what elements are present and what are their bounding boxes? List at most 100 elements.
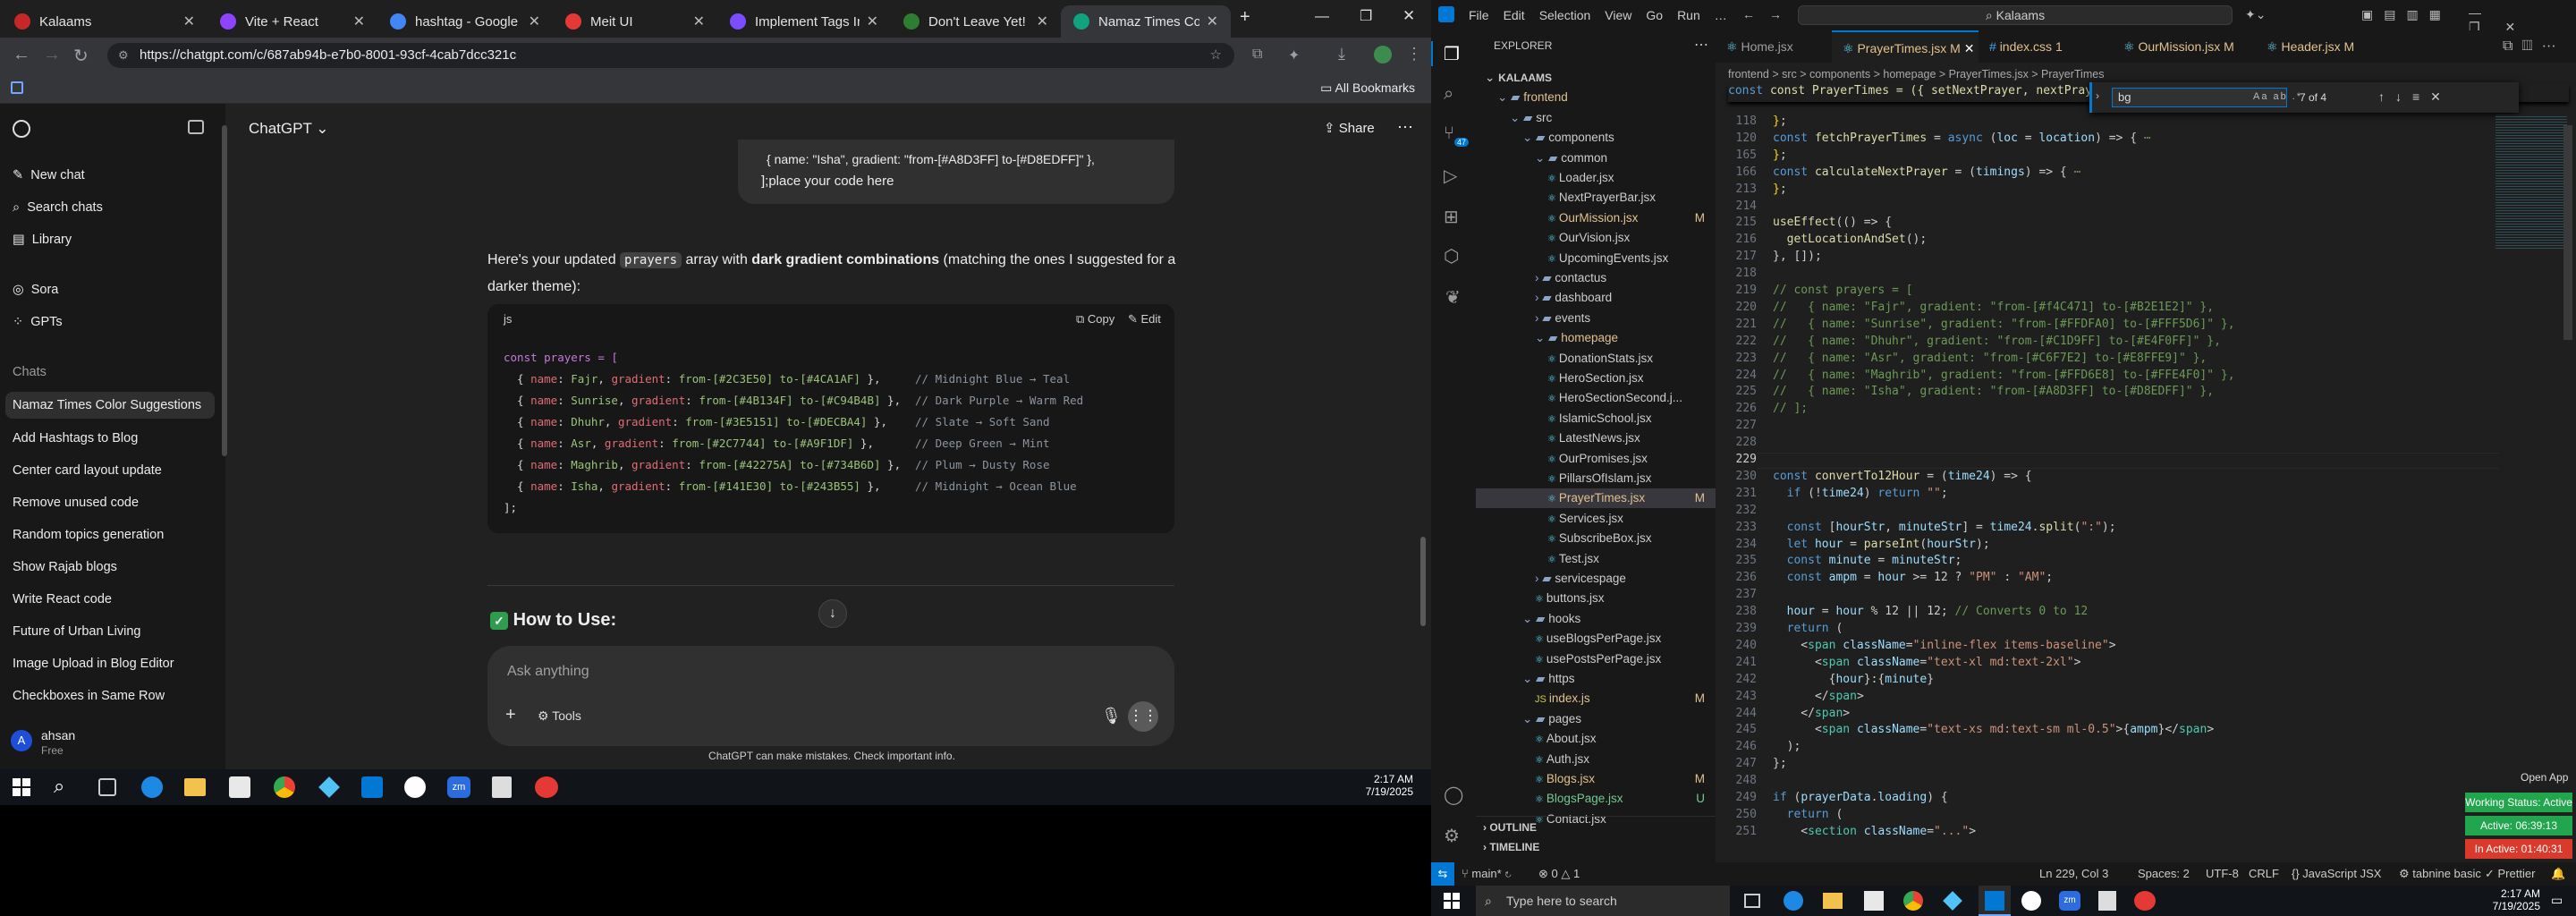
file-item[interactable]: JS index.js M [1476,689,1716,708]
vs-icon[interactable] [318,776,340,798]
menu-item[interactable]: Selection [1539,8,1591,22]
microphone-icon[interactable]: 🎙 [1101,707,1122,725]
user-name[interactable]: ahsan [41,728,75,742]
code-line[interactable]: useEffect(() => { [1773,216,1892,229]
breadcrumb[interactable]: frontend > src > components > homepage >… [1728,68,2104,81]
profile-avatar[interactable] [1374,46,1392,64]
menu-item[interactable]: File [1469,8,1489,22]
folder-item[interactable]: ⌄ ▰ frontend [1476,88,1716,107]
chat-history-item[interactable]: Write React code [13,592,112,606]
voice-mode-button[interactable]: ⋮⋮ [1128,701,1158,732]
toggle-replace-icon[interactable]: › [2096,89,2099,102]
menu-item[interactable]: Run [1677,8,1700,22]
language-mode[interactable]: {} JavaScript JSX [2292,867,2381,880]
file-item[interactable]: ⚛ OurPromises.jsx [1476,449,1716,469]
code-line[interactable]: <span className="inline-flex items-basel… [1773,639,2115,652]
more-options-icon[interactable]: ⋯ [1397,118,1413,137]
code-line[interactable]: </span> [1773,690,1864,703]
remote-explorer-icon[interactable]: ⬡ [1444,245,1459,267]
file-item[interactable]: ⚛ buttons.jsx [1476,589,1716,608]
branch-indicator[interactable]: ⑂ main* ↻ [1462,867,1512,880]
code-line[interactable]: {hour}:{minute} [1773,673,1934,686]
layout-toggle-icons[interactable]: ▣▤▥▦ [2361,7,2452,22]
file-item[interactable]: ⚛ IslamicSchool.jsx [1476,409,1716,428]
download-icon[interactable]: ⤓ [1338,45,1345,64]
prettier-status[interactable]: ✓ Prettier [2485,867,2535,881]
tools-button[interactable]: ⚙ Tools [538,708,581,724]
menu-item[interactable]: View [1605,8,1631,22]
line-ending[interactable]: CRLF [2249,867,2279,880]
folder-item[interactable]: › ▰ contactus [1476,268,1716,288]
forward-arrow-icon[interactable]: → [43,45,61,65]
tabnine-status[interactable]: ⚙ tabnine basic [2399,867,2481,881]
app-icon[interactable] [2134,891,2156,911]
indentation[interactable]: Spaces: 2 [2138,867,2190,880]
file-item[interactable]: ⚛ PrayerTimes.jsx M [1476,488,1716,509]
apps-icon[interactable] [11,81,23,94]
back-arrow-icon[interactable]: ← [13,45,30,65]
app-icon[interactable] [535,776,558,798]
chat-history-item[interactable]: Remove unused code [13,496,139,510]
file-item[interactable]: ⚛ useBlogsPerPage.jsx [1476,629,1716,649]
folder-item[interactable]: ⌄ ▰ https [1476,669,1716,689]
code-line[interactable]: return ( [1773,622,1843,635]
add-attachment-icon[interactable]: + [505,705,516,725]
bookmark-star-icon[interactable]: ☆ [1210,43,1222,68]
browser-tab[interactable]: Kalaams ✕ [2,5,208,38]
back-arrow-icon[interactable]: ← [1742,7,1755,21]
new-chat-button[interactable]: ✎ New chat [13,168,85,182]
remote-indicator-icon[interactable]: ⇆ [1431,862,1454,886]
open-app-label[interactable]: Open App [2521,771,2568,784]
account-icon[interactable]: ◯ [1444,784,1463,806]
chrome-icon[interactable] [274,776,295,798]
more-actions-icon[interactable]: ⋯ [1694,36,1708,54]
file-item[interactable]: ⚛ BlogsPage.jsx U [1476,789,1716,809]
encoding[interactable]: UTF-8 [2206,867,2239,880]
avatar[interactable]: A [11,730,32,751]
edge-icon[interactable] [1784,891,1803,911]
extensions-icon[interactable]: ⧉ [1252,47,1262,63]
code-line[interactable]: }; [1773,757,1787,770]
code-line[interactable]: <section className="..."> [1773,825,1976,838]
chat-history-item[interactable]: Add Hashtags to Blog [13,431,138,445]
model-selector[interactable]: ChatGPT ⌄ [249,120,329,138]
chat-history-item[interactable]: Future of Urban Living [13,624,140,639]
folder-item[interactable]: ⌄ ▰ components [1476,128,1716,148]
sora-link[interactable]: ◎ Sora [13,283,58,297]
chat-history-item[interactable]: Checkboxes in Same Row [13,689,165,703]
folder-item[interactable]: › ▰ dashboard [1476,288,1716,308]
file-item[interactable]: ⚛ Services.jsx [1476,509,1716,529]
explorer-icon[interactable]: ❐ [1444,43,1460,65]
code-line[interactable]: }; [1773,182,1787,196]
file-item[interactable]: ⚛ Blogs.jsx M [1476,769,1716,789]
close-icon[interactable]: ✕ [1964,41,1975,55]
code-line[interactable]: // const prayers = [ [1773,284,1913,297]
code-line[interactable]: // { name: "Maghrib", gradient: "from-[#… [1773,369,2235,382]
search-icon[interactable]: ⌕ [1444,84,1453,105]
search-icon[interactable]: ⌕ [54,775,64,798]
menu-item[interactable]: Edit [1504,8,1525,22]
editor-tab[interactable]: # index.css 1 [1979,30,2113,63]
code-line[interactable]: const ampm = hour >= 12 ? "PM" : "AM"; [1773,571,2053,584]
calculator-icon[interactable] [2098,891,2116,911]
file-item[interactable]: ⚛ HeroSection.jsx [1476,369,1716,388]
vscode-icon[interactable] [361,776,383,798]
chat-scrollbar[interactable] [1420,537,1426,626]
task-view-icon[interactable] [98,778,116,796]
close-icon[interactable]: ✕ [867,13,878,30]
browser-tab[interactable]: Meit UI ✕ [553,5,717,38]
library-button[interactable]: ▤ Library [13,233,72,247]
file-item[interactable]: ⚛ LatestNews.jsx [1476,428,1716,448]
menu-item[interactable]: Go [1646,8,1663,22]
cursor-position[interactable]: Ln 229, Col 3 [2039,867,2108,880]
browser-tab[interactable]: Don't Leave Yet! ✕ [891,5,1061,38]
chat-history-item[interactable]: Show Rajab blogs [13,560,117,574]
browser-tab[interactable]: Vite + React ✕ [208,5,377,38]
close-window-button[interactable]: ✕ [1402,7,1415,25]
browser-tab[interactable]: hashtag - Google Sea ✕ [377,5,553,38]
code-line[interactable]: }; [1773,148,1787,162]
find-nav-icons[interactable]: ↑↓≡✕ [2378,89,2452,105]
code-line[interactable]: </span> [1773,707,1850,720]
folder-item[interactable]: ⌄ ▰ homepage [1476,328,1716,348]
windows-start-icon[interactable] [1444,893,1460,909]
